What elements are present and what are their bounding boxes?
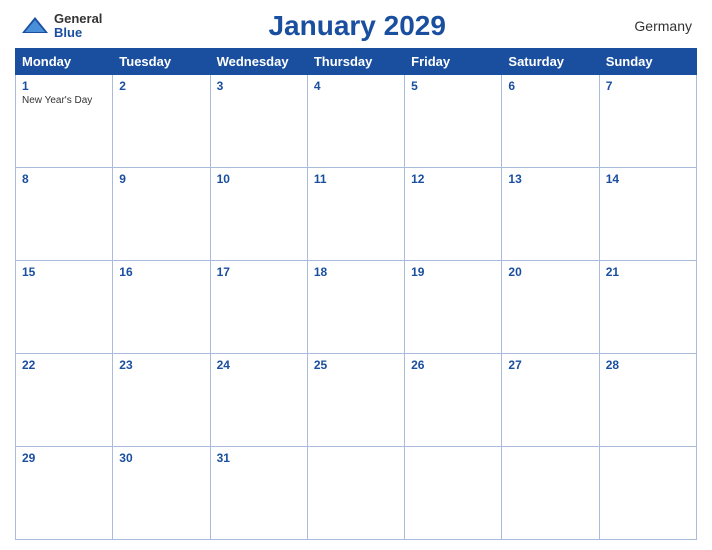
calendar-cell: 31 [210,447,307,540]
day-number: 14 [606,172,690,186]
calendar-cell: 2 [113,75,210,168]
calendar-cell: 18 [307,261,404,354]
weekday-header-thursday: Thursday [307,49,404,75]
calendar-cell: 15 [16,261,113,354]
day-number: 28 [606,358,690,372]
calendar-cell: 9 [113,168,210,261]
day-number: 3 [217,79,301,93]
day-number: 8 [22,172,106,186]
generalblue-icon [20,15,50,37]
day-number: 4 [314,79,398,93]
calendar-cell: 17 [210,261,307,354]
day-number: 6 [508,79,592,93]
day-number: 21 [606,265,690,279]
logo-general-text: General [54,12,102,26]
day-number: 19 [411,265,495,279]
calendar-cell: 29 [16,447,113,540]
calendar-cell: 8 [16,168,113,261]
logo: General Blue [20,12,102,41]
calendar-cell: 21 [599,261,696,354]
weekday-header-saturday: Saturday [502,49,599,75]
day-number: 18 [314,265,398,279]
calendar-cell [405,447,502,540]
calendar-cell: 24 [210,354,307,447]
day-number: 15 [22,265,106,279]
calendar-cell: 22 [16,354,113,447]
calendar-cell [599,447,696,540]
day-number: 25 [314,358,398,372]
day-number: 29 [22,451,106,465]
calendar-week-3: 15 16 17 18 19 20 21 [16,261,697,354]
day-number: 16 [119,265,203,279]
calendar-cell: 27 [502,354,599,447]
day-number: 1 [22,79,106,93]
calendar-cell: 26 [405,354,502,447]
day-number: 17 [217,265,301,279]
day-number: 13 [508,172,592,186]
calendar-cell [307,447,404,540]
weekday-header-wednesday: Wednesday [210,49,307,75]
weekday-header-tuesday: Tuesday [113,49,210,75]
calendar-week-1: 1 New Year's Day 234567 [16,75,697,168]
calendar-title: January 2029 [102,10,612,42]
day-number: 5 [411,79,495,93]
day-number: 2 [119,79,203,93]
day-number: 20 [508,265,592,279]
calendar-cell: 28 [599,354,696,447]
calendar-cell: 4 [307,75,404,168]
day-number: 10 [217,172,301,186]
day-number: 24 [217,358,301,372]
country-label: Germany [612,18,692,34]
holiday-label: New Year's Day [22,95,106,106]
day-number: 23 [119,358,203,372]
calendar-week-5: 29 30 31 [16,447,697,540]
calendar-cell: 1 New Year's Day [16,75,113,168]
weekday-header-friday: Friday [405,49,502,75]
day-number: 30 [119,451,203,465]
day-number: 31 [217,451,301,465]
calendar-cell: 13 [502,168,599,261]
calendar-cell: 14 [599,168,696,261]
calendar-cell: 10 [210,168,307,261]
calendar-cell: 19 [405,261,502,354]
day-number: 9 [119,172,203,186]
calendar-cell: 16 [113,261,210,354]
calendar-cell: 5 [405,75,502,168]
calendar-week-4: 22 23 24 25 26 27 28 [16,354,697,447]
calendar-cell: 25 [307,354,404,447]
calendar-cell: 3 [210,75,307,168]
day-number: 7 [606,79,690,93]
calendar-cell: 30 [113,447,210,540]
day-number: 26 [411,358,495,372]
weekday-header-monday: Monday [16,49,113,75]
calendar-cell: 7 [599,75,696,168]
day-number: 22 [22,358,106,372]
calendar-cell [502,447,599,540]
calendar-week-2: 89 10 11 12 13 14 [16,168,697,261]
day-number: 12 [411,172,495,186]
day-number: 27 [508,358,592,372]
calendar-cell: 11 [307,168,404,261]
calendar-cell: 23 [113,354,210,447]
calendar-cell: 20 [502,261,599,354]
calendar-table: MondayTuesdayWednesdayThursdayFridaySatu… [15,48,697,540]
weekday-header-row: MondayTuesdayWednesdayThursdayFridaySatu… [16,49,697,75]
calendar-cell: 12 [405,168,502,261]
logo-blue-text: Blue [54,26,102,40]
header: General Blue January 2029 Germany [15,10,697,42]
calendar-cell: 6 [502,75,599,168]
day-number: 11 [314,172,398,186]
weekday-header-sunday: Sunday [599,49,696,75]
